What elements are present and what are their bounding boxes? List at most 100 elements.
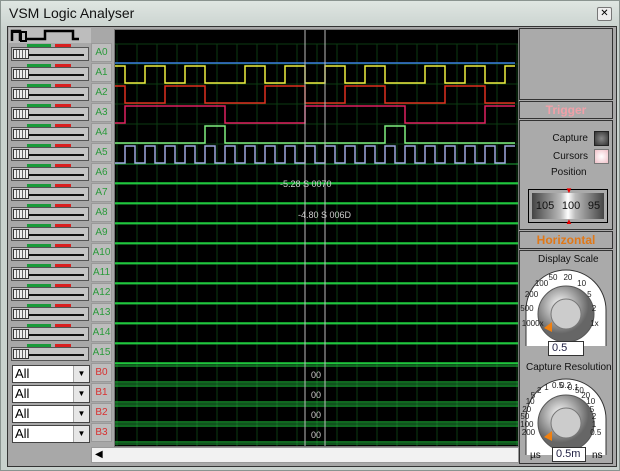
display-scale-knob[interactable]: 1000x 500 200 100 50 20 10 5 2 1x <box>520 266 610 348</box>
slider[interactable] <box>11 127 89 141</box>
channel-controls: All ▼ All ▼ All ▼ All ▼ <box>9 28 91 443</box>
slider-thumb[interactable] <box>13 149 29 159</box>
channel-slider-a7[interactable] <box>9 184 91 204</box>
slider[interactable] <box>11 147 89 161</box>
bus-label: B3 <box>91 423 112 442</box>
slider[interactable] <box>11 287 89 301</box>
channel-label: A11 <box>91 263 112 282</box>
slider[interactable] <box>11 247 89 261</box>
dial-tick: 95 <box>587 200 601 212</box>
display-scale-value[interactable]: 0.5 <box>548 341 584 356</box>
unit-left: µs <box>530 450 541 461</box>
channel-label: A4 <box>91 123 112 142</box>
bus-select-value: All <box>15 426 30 441</box>
knob-tick: 10 <box>577 278 587 288</box>
horizontal-scrollbar[interactable]: ◀ <box>91 447 519 463</box>
slider-thumb[interactable] <box>13 49 29 59</box>
slider-track <box>22 214 84 216</box>
slider-track <box>22 274 84 276</box>
slider-thumb[interactable] <box>13 89 29 99</box>
channel-slider-a5[interactable] <box>9 144 91 164</box>
bus-select-value: All <box>15 386 30 401</box>
slider[interactable] <box>11 207 89 221</box>
slider-thumb[interactable] <box>13 169 29 179</box>
cursors-label: Cursors <box>552 151 588 162</box>
slider[interactable] <box>11 87 89 101</box>
knob-tick: 5 <box>530 391 536 401</box>
cursors-button[interactable] <box>594 149 609 164</box>
slider-thumb[interactable] <box>13 269 29 279</box>
chevron-down-icon[interactable]: ▼ <box>73 366 89 382</box>
channel-slider-a1[interactable] <box>9 64 91 84</box>
slider[interactable] <box>11 167 89 181</box>
waveform-a2 <box>115 85 515 104</box>
slider-thumb[interactable] <box>13 289 29 299</box>
slider-thumb[interactable] <box>13 209 29 219</box>
knob-tick: 100 <box>520 420 534 430</box>
knob-tick: 5 <box>587 290 592 299</box>
channel-slider-a6[interactable] <box>9 164 91 184</box>
channel-slider-a13[interactable] <box>9 304 91 324</box>
display-scale-label: Display Scale <box>538 254 599 265</box>
channel-slider-a8[interactable] <box>9 204 91 224</box>
marker-top-icon: ▼ <box>565 186 573 195</box>
slider-thumb[interactable] <box>13 109 29 119</box>
slider[interactable] <box>11 307 89 321</box>
dial-tick: 100 <box>561 200 581 212</box>
chevron-down-icon[interactable]: ▼ <box>73 406 89 422</box>
slider-thumb[interactable] <box>13 129 29 139</box>
channel-slider-a3[interactable] <box>9 104 91 124</box>
chevron-down-icon[interactable]: ▼ <box>73 426 89 442</box>
slider-thumb[interactable] <box>13 189 29 199</box>
waveform-display[interactable]: 00 00 00 00 -5.28 S 0070 -4.80 S 006D <box>114 29 519 447</box>
slider[interactable] <box>11 227 89 241</box>
capture-button[interactable] <box>594 131 609 146</box>
bus-select[interactable]: All ▼ <box>12 385 90 403</box>
bus-select-value: All <box>15 366 30 381</box>
slider[interactable] <box>11 347 89 361</box>
slider-thumb[interactable] <box>13 309 29 319</box>
slider[interactable] <box>11 67 89 81</box>
cursor-readout: -4.80 S 006D <box>298 210 352 220</box>
knob-tick: 2 <box>591 304 597 314</box>
channel-slider-a14[interactable] <box>9 324 91 344</box>
channel-slider-a2[interactable] <box>9 84 91 104</box>
channel-label: A1 <box>91 63 112 82</box>
channel-slider-a10[interactable] <box>9 244 91 264</box>
slider[interactable] <box>11 47 89 61</box>
capture-label: Capture <box>552 133 588 144</box>
slider-track <box>22 114 84 116</box>
channel-slider-a4[interactable] <box>9 124 91 144</box>
bus-select[interactable]: All ▼ <box>12 365 90 383</box>
waveform-a1 <box>115 65 515 84</box>
slider-track <box>22 234 84 236</box>
channel-slider-a0[interactable] <box>9 44 91 64</box>
bus-select[interactable]: All ▼ <box>12 405 90 423</box>
capture-resolution-value[interactable]: 0.5m <box>552 447 586 462</box>
slider-thumb[interactable] <box>13 69 29 79</box>
blank-panel <box>519 28 613 100</box>
bus-label: B1 <box>91 383 112 402</box>
slider-thumb[interactable] <box>13 249 29 259</box>
chevron-down-icon[interactable]: ▼ <box>73 386 89 402</box>
channel-slider-a12[interactable] <box>9 284 91 304</box>
channel-slider-a9[interactable] <box>9 224 91 244</box>
slider[interactable] <box>11 107 89 121</box>
slider-thumb[interactable] <box>13 329 29 339</box>
slider-thumb[interactable] <box>13 229 29 239</box>
slider-thumb[interactable] <box>13 349 29 359</box>
channel-slider-a11[interactable] <box>9 264 91 284</box>
slider[interactable] <box>11 187 89 201</box>
close-icon[interactable]: ✕ <box>597 7 612 21</box>
slider[interactable] <box>11 327 89 341</box>
position-dial[interactable]: 105 100 95 ▼ ▲ <box>528 186 608 226</box>
channel-label: A8 <box>91 203 112 222</box>
channel-label: A12 <box>91 283 112 302</box>
bus-select[interactable]: All ▼ <box>12 425 90 443</box>
scroll-left-icon[interactable]: ◀ <box>95 449 103 460</box>
slider-track <box>22 354 84 356</box>
knob-tick: 100 <box>534 278 549 288</box>
channel-slider-a15[interactable] <box>9 344 91 364</box>
slider[interactable] <box>11 267 89 281</box>
knob-tick: 200 <box>524 290 539 299</box>
